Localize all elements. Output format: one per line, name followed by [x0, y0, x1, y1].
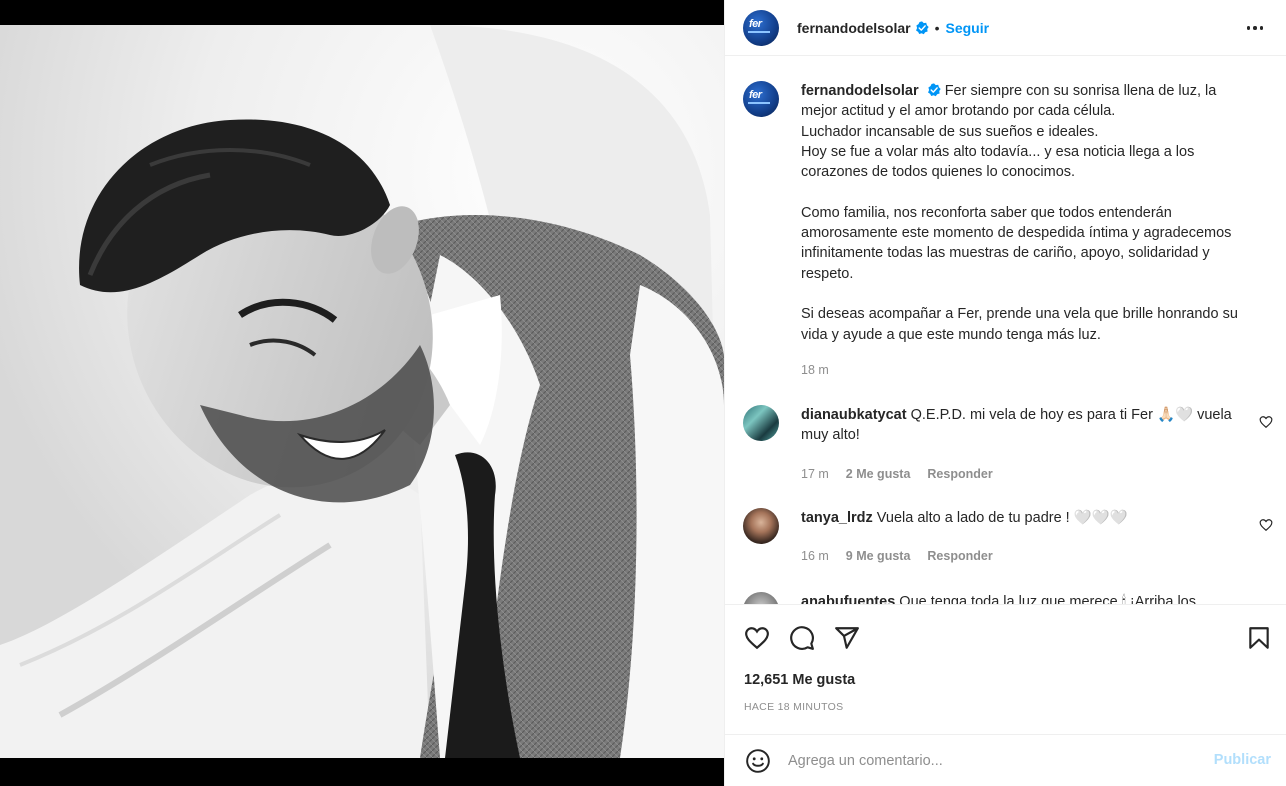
comment-time[interactable]: 17 m [801, 467, 829, 481]
post-time-ago[interactable]: HACE 18 MINUTOS [744, 701, 843, 713]
comment-body: Que tenga toda la luz que merece 🕯 ¡Arri… [899, 594, 1196, 604]
comment-username[interactable]: anabufuentes [801, 594, 895, 604]
avatar-logo-line [748, 30, 770, 33]
comment-likes[interactable]: 2 Me gusta [846, 467, 911, 481]
comment-text: dianaubkatycat Q.E.P.D. mi vela de hoy e… [801, 405, 1241, 446]
like-comment-heart-icon[interactable] [1259, 518, 1273, 532]
comment-time[interactable]: 16 m [801, 549, 829, 563]
caption-username[interactable]: fernandodelsolar [801, 83, 919, 99]
add-comment-bar: Publicar [725, 734, 1286, 786]
comment-username[interactable]: dianaubkatycat [801, 407, 907, 423]
avatar-logo-line [748, 102, 770, 104]
separator-dot: • [934, 19, 940, 36]
post-header: fer fernandodelsolar • Seguir [725, 0, 1286, 56]
photo-illustration [0, 25, 724, 758]
commenter-avatar[interactable] [743, 592, 779, 604]
avatar-logo-text: fer [749, 17, 762, 30]
reply-button[interactable]: Responder [927, 467, 992, 481]
bookmark-icon[interactable] [1246, 625, 1272, 651]
reply-button[interactable]: Responder [927, 549, 992, 563]
follow-button[interactable]: Seguir [946, 20, 990, 36]
comment-body: Vuela alto a lado de tu padre ! 🤍🤍🤍 [876, 510, 1128, 526]
comment-item: tanya_lrdz Vuela alto a lado de tu padre… [743, 508, 1273, 568]
post-photo[interactable] [0, 25, 724, 758]
avatar-logo-text: fer [749, 89, 762, 101]
caption-paragraph-3: Hoy se fue a volar más alto todavía... y… [801, 143, 1195, 181]
caption-time[interactable]: 18 m [801, 363, 829, 377]
post-actions: 12,651 Me gusta HACE 18 MINUTOS Publicar [725, 604, 1286, 786]
caption-text: fernandodelsolar Fer siempre con su sonr… [801, 81, 1241, 345]
heart-icon[interactable] [744, 625, 770, 651]
caption-paragraph-5: Si deseas acompañar a Fer, prende una ve… [801, 306, 1238, 343]
share-icon[interactable] [834, 625, 860, 651]
comment-item: dianaubkatycat Q.E.P.D. mi vela de hoy e… [743, 405, 1273, 485]
caption-row: fer fernandodelsolar Fer siempre con su … [743, 81, 1273, 381]
likes-count[interactable]: 12,651 Me gusta [744, 672, 855, 688]
comments-list[interactable]: fer fernandodelsolar Fer siempre con su … [725, 57, 1286, 604]
comment-icon[interactable] [789, 625, 815, 651]
post-detail-panel: fer fernandodelsolar • Seguir fer fernan… [724, 0, 1286, 786]
caption-author-avatar[interactable]: fer [743, 81, 779, 117]
caption-meta: 18 m [801, 363, 829, 377]
comment-username[interactable]: tanya_lrdz [801, 510, 873, 526]
caption-paragraph-2: Luchador incansable de sus sueños e idea… [801, 123, 1099, 140]
publish-button[interactable]: Publicar [1214, 752, 1271, 768]
caption-paragraph-4: Como familia, nos reconforta saber que t… [801, 204, 1232, 282]
comment-text: anabufuentes Que tenga toda la luz que m… [801, 592, 1241, 604]
post-media[interactable] [0, 0, 724, 786]
more-options-icon[interactable] [1243, 16, 1267, 40]
comment-input[interactable] [788, 749, 1188, 773]
commenter-avatar[interactable] [743, 508, 779, 544]
comment-meta: 16 m 9 Me gusta Responder [801, 549, 993, 563]
comment-text: tanya_lrdz Vuela alto a lado de tu padre… [801, 508, 1241, 528]
emoji-icon[interactable] [745, 748, 771, 774]
verified-badge-icon [927, 83, 941, 97]
commenter-avatar[interactable] [743, 405, 779, 441]
verified-badge-icon [915, 20, 929, 34]
comment-likes[interactable]: 9 Me gusta [846, 549, 911, 563]
comment-item: anabufuentes Que tenga toda la luz que m… [743, 592, 1273, 604]
author-avatar[interactable]: fer [743, 9, 779, 46]
comment-meta: 17 m 2 Me gusta Responder [801, 467, 993, 481]
like-comment-heart-icon[interactable] [1259, 415, 1273, 429]
author-username[interactable]: fernandodelsolar [797, 20, 911, 36]
